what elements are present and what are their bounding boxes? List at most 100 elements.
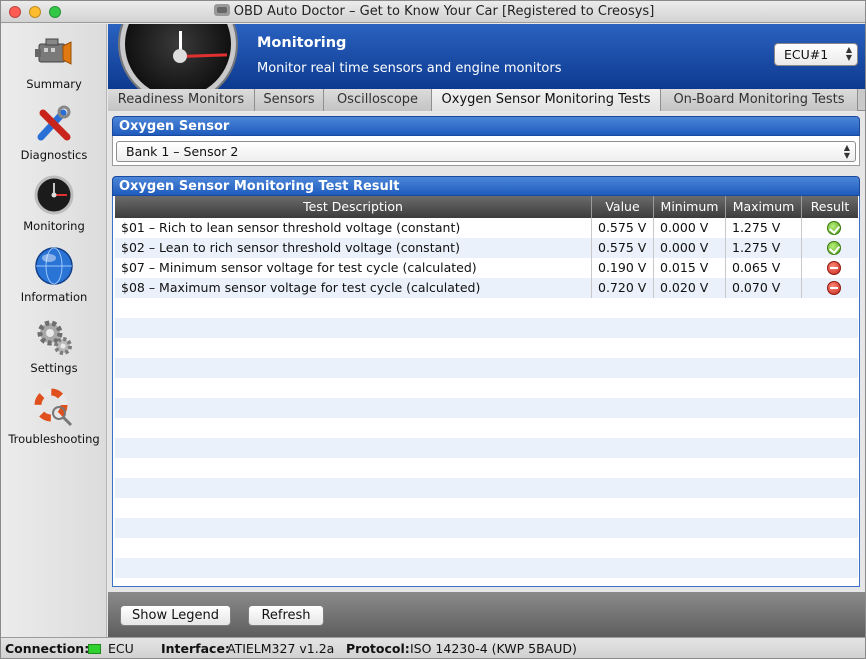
lifebuoy-icon xyxy=(34,388,73,427)
empty-table-row xyxy=(115,578,858,586)
sidebar-item-label: Information xyxy=(20,290,88,304)
zoom-window-button[interactable] xyxy=(49,6,61,18)
sidebar-item-label: Diagnostics xyxy=(20,148,88,162)
empty-table-row xyxy=(115,358,858,378)
test-description-cell: $02 – Lean to rich sensor threshold volt… xyxy=(115,238,592,258)
test-description-cell: $08 – Maximum sensor voltage for test cy… xyxy=(115,278,592,298)
sidebar-item-settings[interactable]: Settings xyxy=(1,312,107,382)
results-panel: Test Description Value Minimum Maximum R… xyxy=(112,196,860,587)
sidebar-item-troubleshooting[interactable]: Troubleshooting xyxy=(1,383,107,453)
minimum-cell: 0.000 V xyxy=(654,218,726,238)
oxygen-sensor-panel: Bank 1 – Sensor 2 ▲ ▼ xyxy=(112,136,860,166)
empty-table-row xyxy=(115,538,858,558)
table-row[interactable]: $02 – Lean to rich sensor threshold volt… xyxy=(115,238,858,258)
sidebar-item-label: Summary xyxy=(26,77,82,91)
maximum-cell: 1.275 V xyxy=(726,218,802,238)
fail-stop-icon xyxy=(827,281,841,295)
gauge-hub xyxy=(173,49,187,63)
show-legend-button[interactable]: Show Legend xyxy=(120,605,231,626)
sidebar-item-label: Troubleshooting xyxy=(8,432,100,446)
minimize-window-button[interactable] xyxy=(29,6,41,18)
oxygen-sensor-heading: Oxygen Sensor xyxy=(112,116,860,136)
test-description-cell: $01 – Rich to lean sensor threshold volt… xyxy=(115,218,592,238)
window-title: OBD Auto Doctor – Get to Know Your Car [… xyxy=(233,4,655,19)
minimum-cell: 0.015 V xyxy=(654,258,726,278)
maximum-cell: 0.070 V xyxy=(726,278,802,298)
ecu-select-value: ECU#1 xyxy=(784,47,829,62)
results-heading: Oxygen Sensor Monitoring Test Result xyxy=(112,176,860,196)
empty-table-row xyxy=(115,318,858,338)
tab-on-board-monitoring-tests[interactable]: On-Board Monitoring Tests xyxy=(661,89,858,111)
empty-table-row xyxy=(115,418,858,438)
empty-table-row xyxy=(115,338,858,358)
sidebar-item-information[interactable]: Information xyxy=(1,241,107,311)
minimum-cell: 0.000 V xyxy=(654,238,726,258)
pass-check-icon xyxy=(827,241,841,255)
column-header-maximum[interactable]: Maximum xyxy=(726,196,802,218)
engine-icon xyxy=(35,38,72,65)
empty-table-row xyxy=(115,518,858,538)
close-window-button[interactable] xyxy=(9,6,21,18)
updown-arrows-icon: ▲ ▼ xyxy=(843,143,850,160)
bank-sensor-select[interactable]: Bank 1 – Sensor 2 ▲ ▼ xyxy=(116,141,856,162)
empty-table-row xyxy=(115,558,858,578)
section-header: Monitoring Monitor real time sensors and… xyxy=(108,24,865,89)
page-subtitle: Monitor real time sensors and engine mon… xyxy=(257,61,562,76)
empty-table-row xyxy=(115,298,858,318)
app-window: OBD Auto Doctor – Get to Know Your Car [… xyxy=(0,0,866,659)
title-bar[interactable]: OBD Auto Doctor – Get to Know Your Car [… xyxy=(1,1,865,23)
button-bar: Show Legend Refresh xyxy=(108,592,865,637)
table-row[interactable]: $07 – Minimum sensor voltage for test cy… xyxy=(115,258,858,278)
bank-sensor-select-value: Bank 1 – Sensor 2 xyxy=(126,144,239,159)
refresh-button[interactable]: Refresh xyxy=(248,605,324,626)
column-header-value[interactable]: Value xyxy=(592,196,654,218)
empty-table-row xyxy=(115,378,858,398)
table-row[interactable]: $01 – Rich to lean sensor threshold volt… xyxy=(115,218,858,238)
value-cell: 0.190 V xyxy=(592,258,654,278)
column-header-result[interactable]: Result xyxy=(802,196,858,218)
value-cell: 0.575 V xyxy=(592,238,654,258)
value-cell: 0.720 V xyxy=(592,278,654,298)
sidebar-item-diagnostics[interactable]: Diagnostics xyxy=(1,99,107,169)
tab-sensors[interactable]: Sensors xyxy=(255,89,324,111)
empty-table-row xyxy=(115,478,858,498)
connection-status-icon xyxy=(88,644,101,654)
tab-oxygen-sensor-monitoring-tests[interactable]: Oxygen Sensor Monitoring Tests xyxy=(432,89,661,111)
protocol-label: Protocol: xyxy=(346,641,410,656)
gear-icon xyxy=(37,320,72,355)
minimum-cell: 0.020 V xyxy=(654,278,726,298)
maximum-cell: 1.275 V xyxy=(726,238,802,258)
sidebar-item-monitoring[interactable]: Monitoring xyxy=(1,170,107,240)
protocol-value: ISO 14230-4 (KWP 5BAUD) xyxy=(410,641,577,656)
test-description-cell: $07 – Minimum sensor voltage for test cy… xyxy=(115,258,592,278)
sidebar: Summary Diagnostics Monitoring Informati… xyxy=(1,24,107,637)
ecu-select[interactable]: ECU#1 ▲ ▼ xyxy=(774,43,858,66)
sidebar-item-label: Settings xyxy=(30,361,78,375)
sidebar-item-label: Monitoring xyxy=(23,219,85,233)
tab-oscilloscope[interactable]: Oscilloscope xyxy=(324,89,432,111)
globe-icon xyxy=(35,247,73,285)
empty-table-row xyxy=(115,458,858,478)
connection-label: Connection: xyxy=(5,641,90,656)
empty-table-row xyxy=(115,498,858,518)
column-header-test-description[interactable]: Test Description xyxy=(115,196,592,218)
interface-label: Interface: xyxy=(161,641,230,656)
pass-check-icon xyxy=(827,221,841,235)
sidebar-item-summary[interactable]: Summary xyxy=(1,28,107,98)
gauge-icon xyxy=(120,24,236,89)
table-header: Test Description Value Minimum Maximum R… xyxy=(115,196,858,218)
tools-icon xyxy=(37,105,71,141)
gauge-icon xyxy=(34,175,74,215)
fail-stop-icon xyxy=(827,261,841,275)
empty-table-row xyxy=(115,398,858,418)
app-icon xyxy=(213,4,230,16)
table-row[interactable]: $08 – Maximum sensor voltage for test cy… xyxy=(115,278,858,298)
column-header-minimum[interactable]: Minimum xyxy=(654,196,726,218)
main-content: Oxygen Sensor Bank 1 – Sensor 2 ▲ ▼ Oxyge… xyxy=(108,112,865,592)
value-cell: 0.575 V xyxy=(592,218,654,238)
tab-bar: Readiness Monitors Sensors Oscilloscope … xyxy=(108,89,865,111)
status-bar: Connection: ECU Interface: ATIELM327 v1.… xyxy=(1,637,865,658)
tab-readiness-monitors[interactable]: Readiness Monitors xyxy=(108,89,255,111)
connection-value: ECU xyxy=(108,641,134,656)
interface-value: ATIELM327 v1.2a xyxy=(227,641,335,656)
